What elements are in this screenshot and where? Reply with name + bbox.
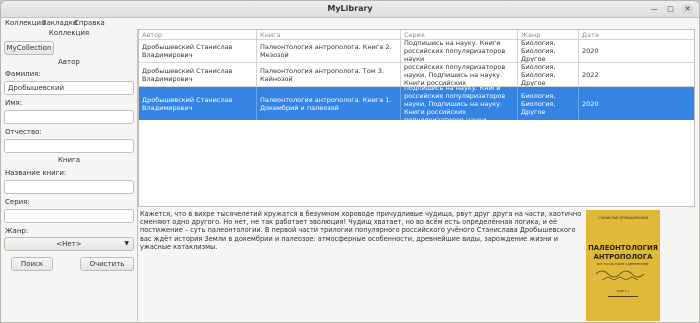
surname-label: Фамилия: xyxy=(5,70,41,78)
col-header-series[interactable]: Серия xyxy=(401,30,518,40)
bookname-input[interactable] xyxy=(4,180,134,194)
surname-input[interactable]: Дробышевский xyxy=(4,81,134,95)
book-cover-image: СТАНИСЛАВ ДРОБЫШЕВСКИЙ ПАЛЕОНТОЛОГИЯ АНТ… xyxy=(586,210,660,322)
book-section-title: Книга xyxy=(57,156,81,164)
cell-author: Дробышевский Станислав Владимирович xyxy=(139,87,257,120)
col-header-genre[interactable]: Жанр xyxy=(518,30,579,40)
cell-series: Подпишись на науку. Книги российских поп… xyxy=(401,40,518,62)
cover-volume: КНИГА 1 xyxy=(617,289,630,293)
genre-label: Жанр: xyxy=(5,227,29,235)
col-header-date[interactable]: Дата xyxy=(579,30,696,40)
cell-date: 2022 xyxy=(582,70,599,79)
titlebar: MyLibrary — □ ✕ xyxy=(1,1,699,18)
col-header-book[interactable]: Книга xyxy=(257,30,401,40)
menu-help[interactable]: Справка xyxy=(74,19,105,27)
patronymic-label: Отчество: xyxy=(5,128,42,136)
collection-combo-label: MyCollection xyxy=(6,44,52,52)
search-sidebar: Коллекция MyCollection Автор Фамилия: Др… xyxy=(1,29,137,322)
menubar: Коллекция Закладки Справка xyxy=(1,18,699,29)
table-header: Автор Книга Серия Жанр Дата xyxy=(139,30,694,40)
cover-title-line1: ПАЛЕОНТОЛОГИЯ xyxy=(588,244,658,252)
cell-series: Подпишись на науку. Книги российских поп… xyxy=(401,63,518,86)
series-input[interactable] xyxy=(4,209,134,223)
genre-combo-value: <Нет> xyxy=(56,240,82,248)
cell-series: Подпишись на науку. Книги российских поп… xyxy=(401,87,518,120)
bookname-label: Название книги: xyxy=(5,169,67,177)
clear-button[interactable]: Очистить xyxy=(80,257,134,271)
cell-genre: Биология, Биология, Другое xyxy=(518,40,579,62)
book-cover-art: СТАНИСЛАВ ДРОБЫШЕВСКИЙ ПАЛЕОНТОЛОГИЯ АНТ… xyxy=(586,210,660,322)
cell-book: Палеонтология антрополога. Книга 1. Доке… xyxy=(257,87,401,120)
author-section-title: Автор xyxy=(58,58,80,66)
cover-title-line2: АНТРОПОЛОГА xyxy=(594,253,654,261)
maximize-icon[interactable]: □ xyxy=(665,4,676,15)
cell-genre: Биология, Биология, Другое xyxy=(518,87,579,120)
series-label: Серия: xyxy=(5,198,30,206)
menu-collection[interactable]: Коллекция xyxy=(5,19,45,27)
table-row-selected[interactable]: Дробышевский Станислав Владимирович Пале… xyxy=(139,87,694,120)
chevron-down-icon: ▼ xyxy=(124,240,129,247)
col-header-author[interactable]: Автор xyxy=(139,30,257,40)
cover-author: СТАНИСЛАВ ДРОБЫШЕВСКИЙ xyxy=(598,215,649,220)
table-row[interactable]: Дробышевский Станислав Владимирович Пале… xyxy=(139,40,694,63)
cell-date: 2020 xyxy=(582,99,599,108)
name-input[interactable] xyxy=(4,110,134,124)
name-label: Имя: xyxy=(5,99,23,107)
menu-bookmarks[interactable]: Закладки xyxy=(42,19,77,27)
close-icon[interactable]: ✕ xyxy=(682,4,693,15)
book-description: Кажется, что в вихре тысячелетий кружатс… xyxy=(140,210,582,251)
cell-date: 2020 xyxy=(582,47,599,55)
minimize-icon[interactable]: — xyxy=(649,4,660,15)
collection-combo[interactable]: MyCollection xyxy=(4,41,54,55)
patronymic-input[interactable] xyxy=(4,139,134,153)
books-table[interactable]: Автор Книга Серия Жанр Дата Дробышевский… xyxy=(138,29,695,207)
window-title: MyLibrary xyxy=(327,4,373,13)
collection-section-title: Коллекция xyxy=(48,29,90,37)
search-button[interactable]: Поиск xyxy=(11,257,53,271)
table-row[interactable]: Дробышевский Станислав Владимирович Пале… xyxy=(139,63,694,87)
cell-genre: Биология, Биология, Другое xyxy=(518,63,579,86)
cell-author: Дробышевский Станислав Владимирович xyxy=(139,40,257,62)
main-window: MyLibrary — □ ✕ Коллекция Закладки Справ… xyxy=(0,0,700,323)
cell-book: Палеонтология антрополога. Том 3. Кайноз… xyxy=(257,63,401,86)
cell-book: Палеонтология антрополога. Книга 2. Мезо… xyxy=(257,40,401,62)
cell-author: Дробышевский Станислав Владимирович xyxy=(139,63,257,86)
genre-combo[interactable]: <Нет> ▼ xyxy=(4,237,134,251)
